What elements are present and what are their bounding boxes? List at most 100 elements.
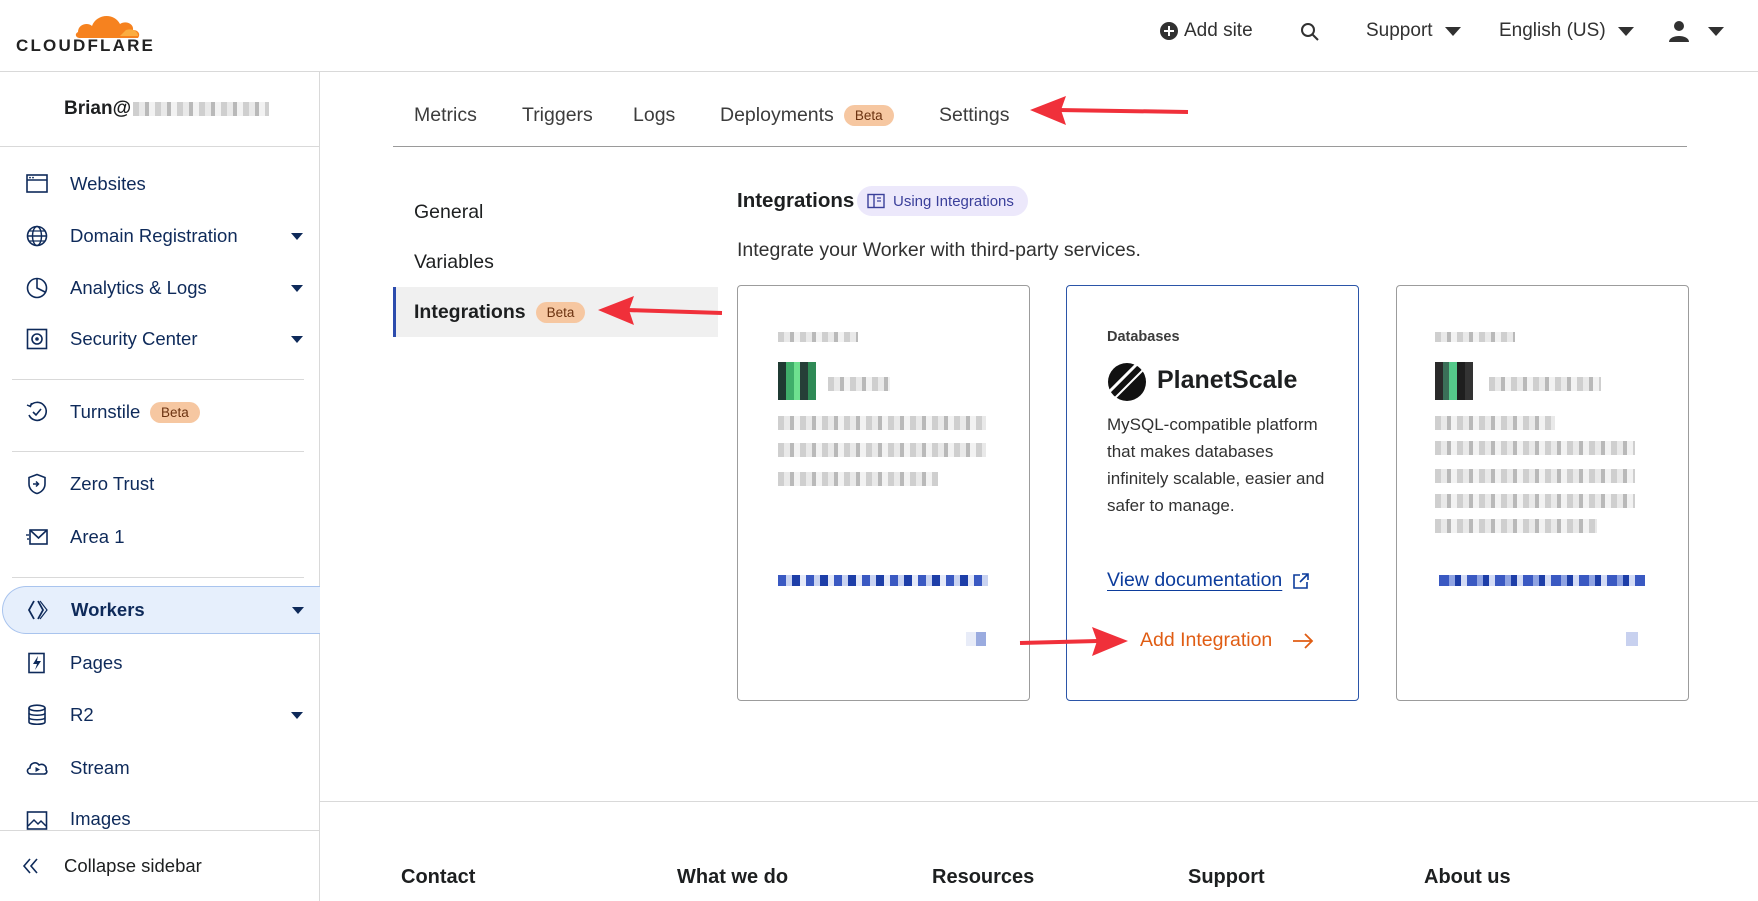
sidebar-divider [0, 146, 320, 147]
add-site-button[interactable]: Add site [1160, 20, 1253, 42]
user-icon [1669, 21, 1689, 42]
footer-what-we-do-heading: What we do [677, 866, 789, 888]
double-chevron-left-icon [22, 858, 38, 874]
subnav-label: Variables [414, 250, 494, 273]
sidebar-item-analytics-logs[interactable]: Analytics & Logs [0, 264, 320, 312]
chevron-down-icon [291, 284, 303, 292]
redacted-account-email [133, 102, 270, 116]
tab-label: Metrics [414, 104, 477, 126]
using-integrations-label: Using Integrations [893, 192, 1014, 210]
sidebar-item-label: Workers [71, 599, 145, 620]
account-name: Brian@ [64, 98, 132, 119]
collapse-sidebar-label: Collapse sidebar [64, 855, 202, 876]
footer-about-heading: About us [1424, 866, 1511, 888]
redacted-category [1435, 332, 1515, 342]
sidebar-item-zero-trust[interactable]: Zero Trust [0, 460, 320, 508]
envelope-icon [26, 529, 48, 545]
redacted-doc-link [778, 575, 988, 586]
browser-window-icon [26, 174, 48, 193]
support-menu[interactable]: Support [1366, 20, 1461, 42]
search-button[interactable] [1300, 22, 1320, 42]
tab-triggers[interactable]: Triggers [522, 104, 593, 127]
using-integrations-link[interactable]: Using Integrations [857, 186, 1028, 216]
subnav-label: Integrations [414, 300, 526, 323]
sidebar-item-turnstile[interactable]: Turnstile Beta [0, 388, 320, 436]
add-integration-button[interactable]: Add Integration [1140, 629, 1314, 652]
tab-label: Settings [939, 104, 1010, 126]
sidebar-item-images[interactable]: Images [0, 796, 320, 830]
support-label: Support [1366, 20, 1433, 41]
sidebar-item-workers[interactable]: Workers [2, 586, 320, 634]
tab-metrics[interactable]: Metrics [414, 104, 477, 127]
view-documentation-label: View documentation [1107, 569, 1283, 591]
beta-badge: Beta [843, 105, 894, 126]
chevron-down-icon [1617, 26, 1634, 36]
view-documentation-link[interactable]: View documentation [1107, 569, 1310, 592]
redacted-description [1435, 416, 1555, 430]
redacted-description [1435, 519, 1597, 533]
redacted-description [778, 443, 986, 457]
plus-circle-icon [1160, 22, 1178, 40]
sidebar-item-label: Images [70, 808, 131, 829]
tab-settings[interactable]: Settings [939, 104, 1009, 127]
zero-trust-icon [28, 473, 46, 495]
tab-logs[interactable]: Logs [633, 104, 675, 127]
sidebar-item-websites[interactable]: Websites [0, 160, 320, 208]
sidebar-item-label: Stream [70, 757, 130, 778]
top-bar: CLOUDFLARE Add site Support English (US) [0, 0, 1758, 72]
redacted-description [778, 416, 986, 430]
turnstile-icon [26, 401, 48, 422]
security-center-icon [26, 328, 48, 350]
sidebar-item-security-center[interactable]: Security Center [0, 315, 320, 363]
tab-label: Deployments [720, 104, 834, 126]
sidebar-item-pages[interactable]: Pages [0, 639, 320, 687]
integration-name: PlanetScale [1157, 366, 1298, 394]
annotation-arrow-icon [1030, 96, 1189, 125]
logo-wordmark: CLOUDFLARE [16, 36, 156, 55]
redacted-category [778, 332, 858, 342]
sidebar-item-area-1[interactable]: Area 1 [0, 513, 320, 561]
collapse-sidebar-button[interactable]: Collapse sidebar [0, 830, 320, 901]
subnav-variables[interactable]: Variables [393, 237, 718, 287]
sidebar-divider [12, 577, 304, 578]
database-icon [28, 704, 46, 726]
pages-lightning-icon [28, 652, 45, 674]
footer: Contact What we do Resources Support Abo… [320, 801, 1758, 901]
redacted-action [966, 632, 986, 646]
redacted-action [1626, 632, 1638, 646]
account-switcher[interactable]: Brian@ [64, 98, 270, 120]
beta-badge: Beta [150, 401, 200, 423]
sidebar-item-label: Security Center [70, 328, 198, 349]
sidebar-item-stream[interactable]: Stream [0, 744, 320, 792]
sidebar-item-label: Turnstile [70, 401, 141, 422]
subnav-general[interactable]: General [393, 187, 718, 237]
cloudflare-logo[interactable]: CLOUDFLARE [16, 8, 153, 56]
integration-description: MySQL-compatible platform that makes dat… [1107, 415, 1325, 515]
chevron-down-icon [1708, 26, 1724, 36]
tab-deployments[interactable]: Deployments Beta [720, 104, 894, 127]
footer-resources-heading: Resources [932, 866, 1035, 888]
integration-category: Databases [1107, 329, 1180, 345]
redacted-logo [1435, 362, 1473, 400]
add-integration-label: Add Integration [1140, 629, 1273, 651]
redacted-description [1435, 494, 1635, 508]
sidebar-item-domain-registration[interactable]: Domain Registration [0, 212, 320, 260]
footer-contact-heading: Contact [401, 866, 476, 888]
integration-card-redacted[interactable] [737, 285, 1030, 701]
language-label: English (US) [1499, 20, 1606, 41]
subnav-label: General [414, 200, 484, 223]
workers-icon [27, 600, 48, 620]
integration-card-redacted[interactable] [1396, 285, 1689, 701]
annotation-arrow-icon [598, 296, 723, 325]
external-link-icon [1293, 572, 1310, 589]
sidebar-item-r2[interactable]: R2 [0, 691, 320, 739]
pie-chart-icon [26, 277, 48, 299]
beta-badge: Beta [535, 301, 586, 323]
redacted-description [1435, 441, 1635, 455]
user-menu[interactable] [1668, 20, 1724, 42]
language-menu[interactable]: English (US) [1499, 20, 1634, 42]
sidebar: Brian@ Websites Domain Registration Anal… [0, 72, 320, 901]
sidebar-divider [12, 379, 304, 380]
tab-label: Logs [633, 104, 676, 126]
sidebar-divider [12, 451, 304, 452]
